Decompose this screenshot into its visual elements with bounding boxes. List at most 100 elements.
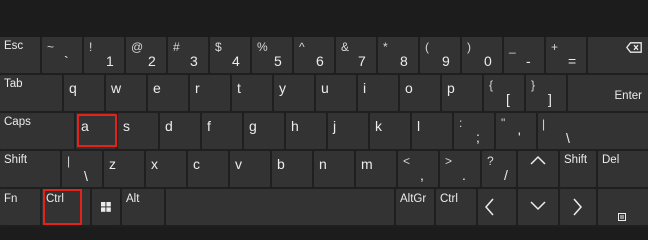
key-t[interactable]: t [232, 75, 272, 111]
key-ctrl-left[interactable]: Ctrl [42, 189, 90, 225]
key-period[interactable]: . > [440, 151, 480, 187]
key-0[interactable]: 0) [462, 37, 502, 73]
key-shift-char: { [489, 78, 494, 92]
key-i[interactable]: i [358, 75, 398, 111]
key-8[interactable]: 8 * [378, 37, 418, 73]
key-e[interactable]: e [148, 75, 188, 111]
key-fn[interactable]: Fn [0, 189, 40, 225]
key-b[interactable]: b [272, 151, 312, 187]
key-shift-char: : [459, 116, 463, 130]
key-z[interactable]: z [104, 151, 144, 187]
key-alt[interactable]: Alt [122, 189, 164, 225]
key-p[interactable]: p [442, 75, 482, 111]
key-primary-char: ; [476, 129, 480, 145]
key-primary-char: o [405, 80, 413, 96]
key-o[interactable]: o [400, 75, 440, 111]
key-primary-char: z [109, 156, 116, 172]
key-altgr[interactable]: AltGr [396, 189, 434, 225]
keyboard-row-4: Shift \ | z x c v b n m , <. > /? Shift Del [0, 151, 648, 187]
key-left[interactable] [478, 189, 516, 225]
key-label: Shift [564, 154, 588, 166]
key-6[interactable]: 6 ^ [294, 37, 334, 73]
key-d[interactable]: d [160, 113, 200, 149]
key-esc[interactable]: Esc [0, 37, 40, 73]
key-quote[interactable]: ' " [496, 113, 536, 149]
key-w[interactable]: w [106, 75, 146, 111]
key-q[interactable]: q [64, 75, 104, 111]
key-2[interactable]: 2 @ [126, 37, 166, 73]
key-primary-char: w [111, 80, 122, 96]
key-lbracket[interactable]: [{ [484, 75, 524, 111]
key-win[interactable] [92, 189, 120, 225]
key-f[interactable]: f [202, 113, 242, 149]
key-r[interactable]: r [190, 75, 230, 111]
key-menu[interactable] [598, 189, 648, 225]
key-shift-char: # [173, 40, 180, 54]
key-shift-char: * [383, 40, 388, 54]
key-semicolon[interactable]: ;: [454, 113, 494, 149]
key-1[interactable]: 1! [84, 37, 124, 73]
key-primary-char: = [568, 53, 577, 69]
menu-icon [618, 213, 626, 221]
key-space[interactable] [166, 189, 394, 225]
key-rbracket[interactable]: ]} [526, 75, 566, 111]
key-c[interactable]: c [188, 151, 228, 187]
key-minus[interactable]: - _ [504, 37, 544, 73]
key-primary-char: ` [64, 53, 69, 69]
key-shift-right[interactable]: Shift [560, 151, 596, 187]
key-shift-char: ! [89, 40, 93, 54]
key-l[interactable]: l [412, 113, 452, 149]
key-backspace[interactable] [588, 37, 648, 73]
key-oem102[interactable]: \ | [62, 151, 102, 187]
key-v[interactable]: v [230, 151, 270, 187]
key-n[interactable]: n [314, 151, 354, 187]
key-comma[interactable]: , < [398, 151, 438, 187]
arrow-right-icon [573, 198, 583, 216]
key-del[interactable]: Del [598, 151, 648, 187]
key-primary-char: n [319, 156, 327, 172]
key-k[interactable]: k [370, 113, 410, 149]
keyboard-row-2: Tab q w e r t y u i o p[{]} Enter [0, 75, 648, 111]
key-primary-char: m [361, 156, 373, 172]
key-primary-char: u [321, 80, 329, 96]
key-4[interactable]: 4 $ [210, 37, 250, 73]
key-9[interactable]: 9( [420, 37, 460, 73]
key-shift-char: $ [215, 40, 222, 54]
key-s[interactable]: s [118, 113, 158, 149]
key-primary-char: i [363, 80, 367, 96]
key-label: Shift [4, 154, 28, 166]
key-backtick[interactable]: ` ~ [42, 37, 82, 73]
key-7[interactable]: 7 & [336, 37, 376, 73]
key-shift-char: % [257, 40, 268, 54]
key-primary-char: \ [84, 168, 88, 184]
key-label: Tab [4, 78, 23, 90]
key-primary-char: . [462, 167, 466, 183]
key-primary-char: a [81, 118, 89, 134]
key-up[interactable] [518, 151, 558, 187]
key-5[interactable]: 5% [252, 37, 292, 73]
key-m[interactable]: m [356, 151, 396, 187]
key-backslash[interactable]: \ | [538, 113, 648, 149]
key-tab[interactable]: Tab [0, 75, 62, 111]
key-h[interactable]: h [286, 113, 326, 149]
key-u[interactable]: u [316, 75, 356, 111]
key-enter[interactable]: Enter [568, 75, 648, 111]
key-equals[interactable]: = + [546, 37, 586, 73]
key-x[interactable]: x [146, 151, 186, 187]
key-a[interactable]: a [76, 113, 117, 149]
key-primary-char: 2 [148, 53, 156, 69]
key-shift-left[interactable]: Shift [0, 151, 60, 187]
key-shift-char: + [551, 40, 559, 54]
key-y[interactable]: y [274, 75, 314, 111]
key-right[interactable] [560, 189, 596, 225]
key-slash[interactable]: /? [482, 151, 516, 187]
key-j[interactable]: j [328, 113, 368, 149]
key-caps[interactable]: Caps [0, 113, 74, 149]
key-ctrl-right[interactable]: Ctrl [436, 189, 476, 225]
key-down[interactable] [518, 189, 558, 225]
key-3[interactable]: 3 # [168, 37, 208, 73]
key-primary-char: t [237, 80, 241, 96]
key-primary-char: d [165, 118, 173, 134]
key-primary-char: v [235, 156, 242, 172]
key-g[interactable]: g [244, 113, 284, 149]
